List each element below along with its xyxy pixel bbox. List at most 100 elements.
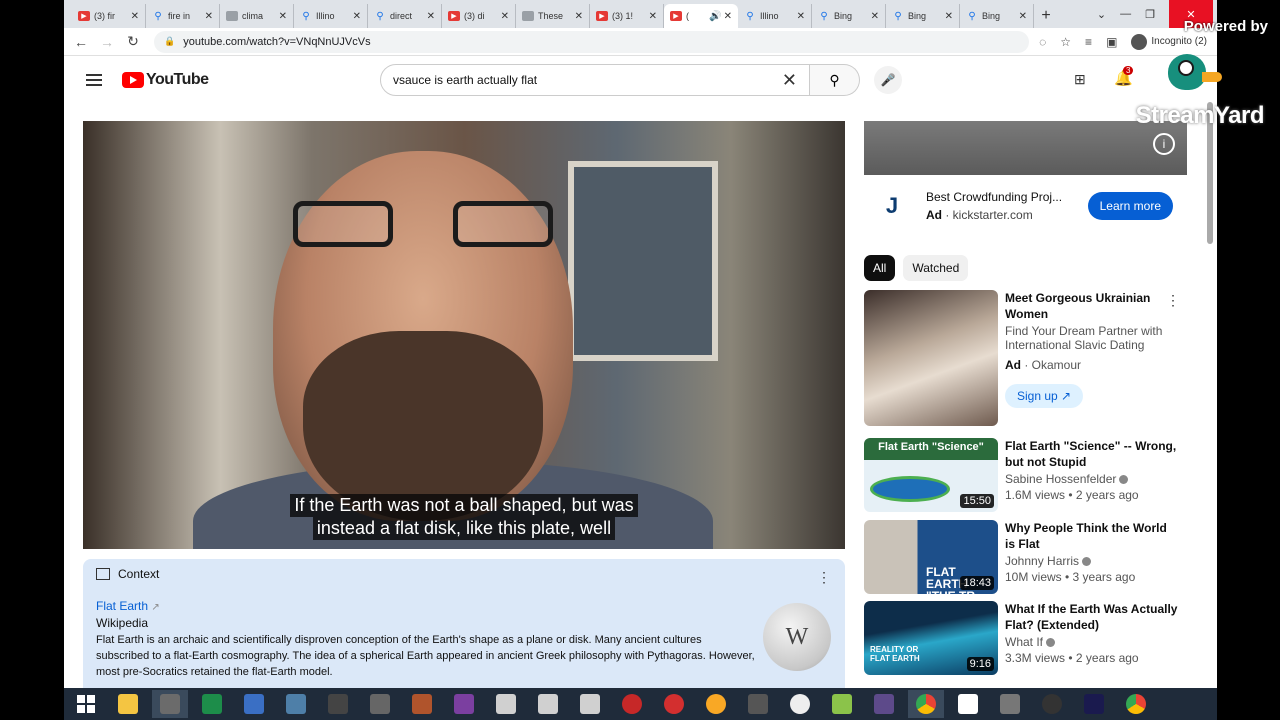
info-icon[interactable]: i (1153, 133, 1175, 155)
reload-icon[interactable]: ↻ (120, 33, 146, 50)
video-title[interactable]: Flat Earth "Science" -- Wrong, but not S… (1005, 438, 1180, 470)
chrome-icon[interactable] (1118, 690, 1154, 718)
list-item[interactable]: REALITY OR FLAT EARTH 9:16 What If the E… (864, 601, 1204, 675)
app-icon[interactable] (782, 690, 818, 718)
browser-tab[interactable]: ▶ (3) fir ✕ (72, 4, 146, 28)
app-icon[interactable] (152, 690, 188, 718)
thumbnail[interactable]: REALITY OR FLAT EARTH 9:16 (864, 601, 998, 675)
learn-more-button[interactable]: Learn more (1087, 192, 1173, 220)
youtube-logo[interactable]: YouTube (122, 71, 209, 89)
back-icon[interactable]: ← (68, 34, 94, 50)
app-icon[interactable] (446, 690, 482, 718)
close-icon[interactable]: ✕ (131, 11, 139, 22)
more-options-icon[interactable]: ⋮ (1166, 292, 1180, 309)
thumbnail[interactable]: FLAT EARTH "THE TR 18:43 (864, 520, 998, 594)
search-button[interactable]: ⚲ (810, 64, 860, 96)
context-link[interactable]: Flat Earth ↗ (96, 599, 832, 613)
app-icon[interactable] (614, 690, 650, 718)
list-item[interactable]: Meet Gorgeous Ukrainian Women Find Your … (864, 290, 1204, 426)
notifications-button[interactable]: 🔔 3 (1114, 66, 1134, 87)
close-icon[interactable]: ✕ (1019, 11, 1027, 22)
app-icon[interactable] (1034, 690, 1070, 718)
close-icon[interactable]: ✕ (427, 11, 435, 22)
eye-off-icon[interactable]: ◌ (1039, 35, 1046, 49)
thumbnail[interactable]: Flat Earth "Science" 15:50 (864, 438, 998, 512)
after-effects-icon[interactable] (1076, 690, 1112, 718)
excel-icon[interactable] (194, 690, 230, 718)
app-icon[interactable] (572, 690, 608, 718)
side-panel-icon[interactable]: ▣ (1106, 35, 1117, 49)
close-icon[interactable]: ✕ (501, 11, 509, 22)
flat-earth-disk-graphic (870, 476, 950, 502)
ad-title[interactable]: Best Crowdfunding Proj... (926, 190, 1088, 204)
close-icon[interactable]: ✕ (724, 11, 732, 22)
close-icon[interactable]: ✕ (353, 11, 361, 22)
voice-search-button[interactable]: 🎤 (874, 66, 902, 94)
app-icon[interactable] (278, 690, 314, 718)
speaker-icon[interactable]: 🔊 (709, 11, 721, 22)
clear-search-icon[interactable]: ✕ (782, 70, 797, 91)
chip-all[interactable]: All (864, 255, 896, 281)
thumbnail[interactable] (864, 290, 998, 426)
app-icon[interactable] (488, 690, 524, 718)
close-icon[interactable]: ✕ (279, 11, 287, 22)
browser-tab-active[interactable]: ▶(🔊 ✕ (664, 4, 738, 28)
app-icon[interactable] (740, 690, 776, 718)
file-explorer-icon[interactable] (110, 690, 146, 718)
page-icon[interactable] (950, 690, 986, 718)
app-icon[interactable] (362, 690, 398, 718)
bookmark-star-icon[interactable]: ☆ (1060, 35, 1071, 49)
menu-icon[interactable] (86, 74, 102, 86)
app-icon[interactable] (656, 690, 692, 718)
browser-tab[interactable]: ⚲ Bing ✕ (886, 4, 960, 28)
close-icon[interactable]: ✕ (205, 11, 213, 22)
browser-tab[interactable]: ⚲ direct ✕ (368, 4, 442, 28)
start-icon[interactable] (68, 690, 104, 718)
browser-tab[interactable]: ⚲ fire in ✕ (146, 4, 220, 28)
channel-name[interactable]: Johnny Harris (1005, 554, 1180, 569)
media-queue-icon[interactable]: ≡ (1085, 35, 1092, 49)
browser-tab[interactable]: ▶ (3) di ✕ (442, 4, 516, 28)
list-item[interactable]: Flat Earth "Science" 15:50 Flat Earth "S… (864, 438, 1204, 512)
browser-tab[interactable]: ▶ (3) 1! ✕ (590, 4, 664, 28)
app-icon[interactable] (866, 690, 902, 718)
browser-tab[interactable]: ⚲ Bing ✕ (812, 4, 886, 28)
close-icon[interactable]: ✕ (575, 11, 583, 22)
browser-tab[interactable]: clima ✕ (220, 4, 294, 28)
app-icon[interactable] (320, 690, 356, 718)
app-icon[interactable] (824, 690, 860, 718)
app-icon[interactable] (530, 690, 566, 718)
video-stats: 10M views • 3 years ago (1005, 570, 1136, 584)
tab-search-icon[interactable]: ⌄ (1097, 8, 1106, 21)
close-icon[interactable]: ✕ (945, 11, 953, 22)
bing-search-icon: ⚲ (302, 10, 310, 22)
close-icon[interactable]: ✕ (871, 11, 879, 22)
address-bar[interactable]: 🔒 youtube.com/watch?v=VNqNnUJVcVs (154, 30, 1030, 53)
app-icon[interactable] (236, 690, 272, 718)
channel-name[interactable]: Sabine Hossenfelder (1005, 472, 1180, 487)
forward-icon[interactable]: → (94, 34, 120, 50)
app-icon[interactable] (404, 690, 440, 718)
app-icon[interactable] (992, 690, 1028, 718)
video-title[interactable]: What If the Earth Was Actually Flat? (Ex… (1005, 601, 1180, 633)
sign-up-button[interactable]: Sign up ↗ (1005, 384, 1084, 408)
browser-tab[interactable]: ⚲ Illino ✕ (294, 4, 368, 28)
search-input[interactable]: vsauce is earth actually flat ✕ (380, 64, 810, 96)
chip-watched[interactable]: Watched (903, 255, 969, 281)
app-icon[interactable] (698, 690, 734, 718)
video-player[interactable]: If the Earth was not a ball shaped, but … (83, 121, 845, 549)
browser-tab[interactable]: ⚲ Illino ✕ (738, 4, 812, 28)
lock-icon[interactable]: 🔒 (164, 36, 175, 47)
close-icon[interactable]: ✕ (649, 11, 657, 22)
browser-tab[interactable]: ⚲ Bing ✕ (960, 4, 1034, 28)
create-video-icon[interactable]: ⊞ (1074, 71, 1086, 88)
channel-name[interactable]: What If (1005, 635, 1180, 650)
chrome-icon[interactable] (908, 690, 944, 718)
browser-tab[interactable]: These ✕ (516, 4, 590, 28)
video-title[interactable]: Meet Gorgeous Ukrainian Women (1005, 290, 1180, 322)
close-icon[interactable]: ✕ (797, 11, 805, 22)
more-options-icon[interactable]: ⋮ (817, 569, 831, 586)
list-item[interactable]: FLAT EARTH "THE TR 18:43 Why People Thin… (864, 520, 1204, 594)
new-tab-button[interactable]: + (1034, 4, 1058, 28)
video-title[interactable]: Why People Think the World is Flat (1005, 520, 1180, 552)
